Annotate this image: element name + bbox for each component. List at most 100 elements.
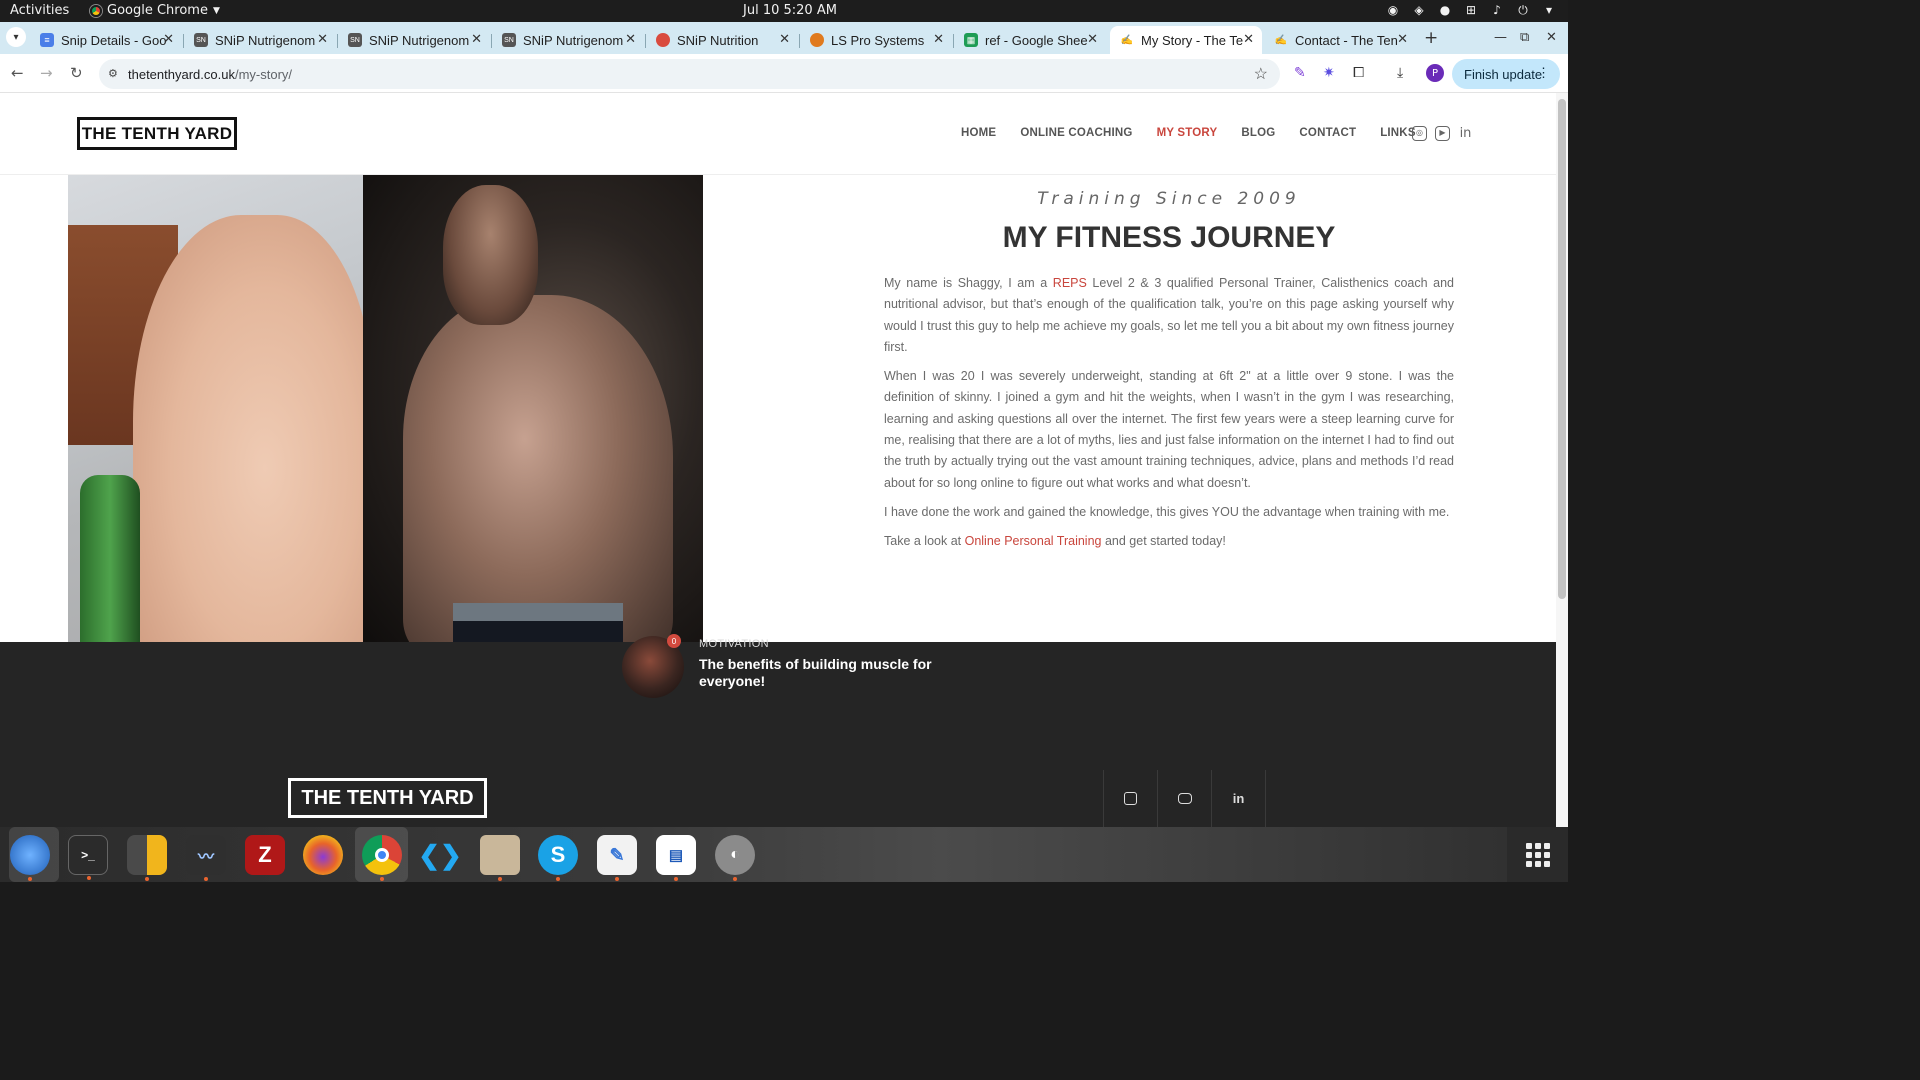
app-menu[interactable]: Google Chrome ▼ xyxy=(90,3,220,18)
tray-color-icon[interactable]: ● xyxy=(1438,3,1452,18)
tab-snip-nutrition[interactable]: SNiP Nutrition ✕ xyxy=(646,26,798,54)
browser-toolbar: ← → ↻ ⚙ thetenthyard.co.uk/my-story/ ☆ ✎… xyxy=(0,54,1568,93)
reps-link[interactable]: REPS xyxy=(1053,276,1087,290)
tenthyard-icon: ✍ xyxy=(1120,33,1134,47)
close-icon[interactable]: ✕ xyxy=(163,31,174,47)
post-category[interactable]: MOTIVATION xyxy=(699,638,769,650)
ls-icon xyxy=(810,33,824,47)
power-icon[interactable]: ⏻ xyxy=(1516,3,1530,18)
more-menu-icon[interactable]: ⋮ xyxy=(1537,65,1550,81)
gear-extension-icon[interactable]: ✷ xyxy=(1323,65,1335,81)
footer-instagram-icon[interactable] xyxy=(1104,770,1158,827)
scrollbar-thumb[interactable] xyxy=(1558,99,1566,599)
footer-linkedin-icon[interactable]: in xyxy=(1212,770,1266,827)
caret-down-icon: ▼ xyxy=(212,5,220,16)
tab-snip-details[interactable]: ≡ Snip Details - Goo ✕ xyxy=(30,26,182,54)
profile-avatar[interactable]: P xyxy=(1426,64,1444,82)
minimize-icon[interactable]: — xyxy=(1494,30,1507,45)
nav-contact[interactable]: CONTACT xyxy=(1299,127,1356,139)
tab-snip-nutrigenom-3[interactable]: SN SNiP Nutrigenom ✕ xyxy=(492,26,644,54)
linkedin-icon[interactable]: in xyxy=(1458,126,1473,141)
close-icon[interactable]: ✕ xyxy=(779,31,790,47)
pen-extension-icon[interactable]: ✎ xyxy=(1294,65,1306,81)
reload-icon[interactable]: ↻ xyxy=(70,64,83,82)
text-editor-icon[interactable]: ✎ xyxy=(597,835,637,881)
footer-youtube-icon[interactable] xyxy=(1158,770,1212,827)
new-tab-icon[interactable]: + xyxy=(1424,28,1438,48)
skype-icon[interactable]: S xyxy=(538,835,578,881)
disk-icon[interactable]: ◐ xyxy=(715,835,755,881)
tab-ref-google-sheets[interactable]: ▦ ref - Google Shee ✕ xyxy=(954,26,1106,54)
address-bar[interactable]: ⚙ thetenthyard.co.uk/my-story/ ☆ xyxy=(99,59,1280,89)
tab-label: SNiP Nutrigenom xyxy=(215,32,316,48)
snip-icon: SN xyxy=(348,33,362,47)
docs-icon: ≡ xyxy=(40,33,54,47)
bookmark-star-icon[interactable]: ☆ xyxy=(1254,64,1268,84)
extensions-puzzle-icon[interactable]: ⧠ xyxy=(1353,65,1364,81)
show-apps-button[interactable] xyxy=(1507,827,1568,882)
footer-logo[interactable]: THE TENTH YARD xyxy=(288,778,487,818)
close-window-icon[interactable]: ✕ xyxy=(1546,30,1557,45)
maximize-icon[interactable]: ⧉ xyxy=(1520,30,1529,45)
footer-social-links: in xyxy=(1103,770,1266,827)
close-icon[interactable]: ✕ xyxy=(625,31,636,47)
close-icon[interactable]: ✕ xyxy=(471,31,482,47)
tab-search-button[interactable]: ▾ xyxy=(6,27,26,47)
chevron-down-icon[interactable]: ▾ xyxy=(1542,3,1556,18)
nav-my-story[interactable]: MY STORY xyxy=(1157,127,1218,139)
nav-links[interactable]: LINKS xyxy=(1380,127,1416,139)
tab-label: SNiP Nutrigenom xyxy=(369,32,470,48)
youtube-icon[interactable]: ▶ xyxy=(1435,126,1450,141)
post-title-link[interactable]: The benefits of building muscle for ever… xyxy=(699,656,939,690)
header-social-links: ◎ ▶ in xyxy=(1412,126,1473,141)
calculator-icon[interactable] xyxy=(127,835,167,881)
close-icon[interactable]: ✕ xyxy=(933,31,944,47)
vscode-icon[interactable]: ❮❯ xyxy=(418,835,462,875)
close-icon[interactable]: ✕ xyxy=(1087,31,1098,47)
tab-label: ref - Google Shee xyxy=(985,32,1088,48)
writer-document-icon[interactable]: ▤ xyxy=(656,835,696,881)
instagram-icon[interactable]: ◎ xyxy=(1412,126,1427,141)
site-logo[interactable]: THE TENTH YARD xyxy=(77,117,237,150)
nav-blog[interactable]: BLOG xyxy=(1241,127,1275,139)
finish-update-button[interactable]: Finish update ⋮ xyxy=(1452,59,1560,89)
tab-label: SNiP Nutrition xyxy=(677,32,759,48)
activities-button[interactable]: Activities xyxy=(10,3,69,18)
thunderbird-icon[interactable] xyxy=(10,835,50,881)
tab-my-story[interactable]: ✍ My Story - The Te ✕ xyxy=(1110,26,1262,54)
story-paragraph-1: My name is Shaggy, I am a REPS Level 2 &… xyxy=(884,276,1455,354)
close-icon[interactable]: ✕ xyxy=(1397,31,1408,47)
files-icon[interactable] xyxy=(480,835,520,881)
tab-strip: ▾ ≡ Snip Details - Goo ✕ SN SNiP Nutrige… xyxy=(0,22,1568,54)
page-title: MY FITNESS JOURNEY xyxy=(1002,221,1336,254)
tab-ls-pro-systems[interactable]: LS Pro Systems ✕ xyxy=(800,26,952,54)
clock[interactable]: Jul 10 5:20 AM xyxy=(743,3,837,18)
system-tray[interactable]: ◉ ◈ ● ⊞ ♪ ⏻ ▾ xyxy=(1386,3,1556,18)
before-photo xyxy=(68,175,363,642)
tab-snip-nutrigenom-2[interactable]: SN SNiP Nutrigenom ✕ xyxy=(338,26,490,54)
volume-icon[interactable]: ♪ xyxy=(1490,3,1504,18)
chrome-icon xyxy=(90,4,102,17)
tray-extension-icon[interactable]: ◈ xyxy=(1412,3,1426,18)
tray-app-icon[interactable]: ◉ xyxy=(1386,3,1400,18)
site-info-icon[interactable]: ⚙ xyxy=(108,67,118,80)
terminal-icon[interactable]: >_ xyxy=(68,835,108,880)
main-navigation: HOME ONLINE COACHING MY STORY BLOG CONTA… xyxy=(961,127,1416,139)
network-icon[interactable]: ⊞ xyxy=(1464,3,1478,18)
tab-snip-nutrigenom-1[interactable]: SN SNiP Nutrigenom ✕ xyxy=(184,26,336,54)
back-arrow-icon[interactable]: ← xyxy=(11,64,24,82)
filezilla-icon[interactable]: Z xyxy=(245,835,285,875)
close-icon[interactable]: ✕ xyxy=(317,31,328,47)
nav-home[interactable]: HOME xyxy=(961,127,996,139)
tab-contact[interactable]: ✍ Contact - The Ten ✕ xyxy=(1264,26,1416,54)
forward-arrow-icon[interactable]: → xyxy=(40,64,53,82)
firefox-icon[interactable] xyxy=(303,835,343,875)
online-personal-training-link[interactable]: Online Personal Training xyxy=(965,534,1102,548)
chrome-dock-icon[interactable] xyxy=(362,835,402,881)
web-page: THE TENTH YARD HOME ONLINE COACHING MY S… xyxy=(0,93,1556,827)
system-monitor-icon[interactable]: 〰 xyxy=(186,835,226,881)
nav-online-coaching[interactable]: ONLINE COACHING xyxy=(1020,127,1132,139)
download-icon[interactable]: ⤓ xyxy=(1397,65,1403,81)
close-icon[interactable]: ✕ xyxy=(1243,31,1254,47)
page-scrollbar[interactable] xyxy=(1556,93,1568,827)
